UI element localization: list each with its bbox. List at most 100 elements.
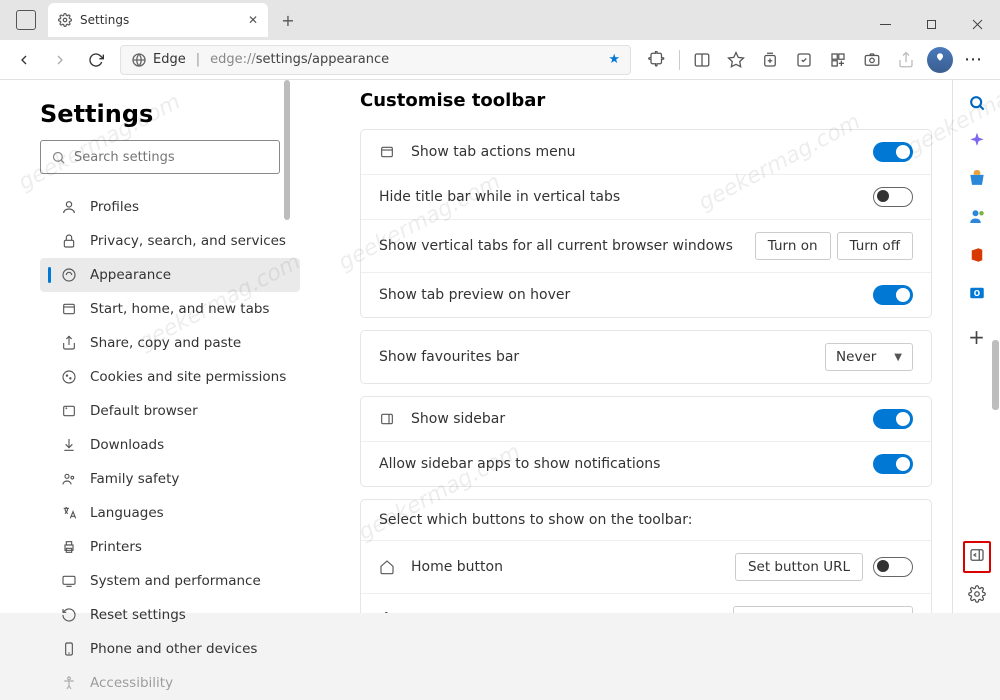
download-icon [60,437,78,453]
omnibox[interactable]: Edge | edge://settings/appearance ★ [120,45,631,75]
search-sidebar-icon[interactable] [966,92,988,114]
close-window-button[interactable] [954,8,1000,40]
discover-sidebar-icon[interactable] [966,130,988,152]
card-tab-settings: Show tab actions menu Hide title bar whi… [360,129,932,318]
sidebar-item-system[interactable]: System and performance [40,564,300,598]
turn-off-button[interactable]: Turn off [837,232,913,260]
toggle-tab-preview[interactable] [873,285,913,305]
edge-sidebar: O + [952,80,1000,613]
sidebar-item-share[interactable]: Share, copy and paste [40,326,300,360]
outlook-sidebar-icon[interactable]: O [966,282,988,304]
extensions-select[interactable]: Show automatically▼ [733,606,913,613]
sidebar-item-start[interactable]: Start, home, and new tabs [40,292,300,326]
gear-icon [58,13,72,27]
forward-button [42,42,78,78]
row-label: Show vertical tabs for all current brows… [379,238,755,254]
add-sidebar-icon[interactable]: + [966,326,988,348]
apps-icon[interactable] [822,44,854,76]
search-icon [51,150,66,165]
sidebar-item-default-browser[interactable]: Default browser [40,394,300,428]
sidebar-item-privacy[interactable]: Privacy, search, and services [40,224,300,258]
vertical-tabs-icon[interactable] [16,10,36,30]
phone-icon [60,641,78,657]
sidebar-item-accessibility[interactable]: Accessibility [40,666,300,700]
row-label: Allow sidebar apps to show notifications [379,456,873,472]
card-favourites-bar: Show favourites bar Never▼ [360,330,932,384]
row-label: Show tab preview on hover [379,287,873,303]
back-button[interactable] [6,42,42,78]
toggle-sidebar-notifications[interactable] [873,454,913,474]
row-header: Select which buttons to show on the tool… [361,500,931,541]
profile-avatar[interactable] [924,44,956,76]
favourites-bar-select[interactable]: Never▼ [825,343,913,371]
shopping-sidebar-icon[interactable] [966,168,988,190]
window-titlebar: Settings ✕ + [0,0,1000,40]
address-bar: Edge | edge://settings/appearance ★ ⋯ [0,40,1000,80]
browser-essentials-icon[interactable] [788,44,820,76]
appearance-icon [60,267,78,283]
sidebar-item-family[interactable]: Family safety [40,462,300,496]
sidebar-item-phone[interactable]: Phone and other devices [40,632,300,666]
site-identity-icon [131,52,147,68]
sidebar-item-profiles[interactable]: Profiles [40,190,300,224]
browser-icon [60,403,78,419]
card-sidebar: Show sidebar Allow sidebar apps to show … [360,396,932,487]
new-tab-button[interactable]: + [274,6,302,34]
minimize-button[interactable] [862,8,908,40]
family-icon [60,471,78,487]
language-icon [60,505,78,521]
favourites-icon[interactable] [720,44,752,76]
svg-text:O: O [973,289,979,298]
row-label: Show favourites bar [379,349,825,365]
toggle-tab-actions[interactable] [873,142,913,162]
profile-icon [60,199,78,215]
sidebar-item-appearance[interactable]: Appearance [40,258,300,292]
accessibility-icon [60,675,78,691]
close-tab-icon[interactable]: ✕ [248,13,258,27]
hide-sidebar-button[interactable] [963,541,991,573]
office-sidebar-icon[interactable] [966,244,988,266]
tab-actions-icon [379,144,399,160]
row-label: Home button [411,559,735,575]
collections-icon[interactable] [754,44,786,76]
sidebar-item-downloads[interactable]: Downloads [40,428,300,462]
toggle-hide-titlebar[interactable] [873,187,913,207]
sidebar-settings-icon[interactable] [966,583,988,605]
games-sidebar-icon[interactable] [966,206,988,228]
section-heading: Customise toolbar [360,90,932,111]
split-screen-icon[interactable] [686,44,718,76]
browser-tab[interactable]: Settings ✕ [48,3,268,37]
settings-sidebar: Settings Profiles Privacy, search, and s… [0,80,300,613]
maximize-button[interactable] [908,8,954,40]
content-scrollbar[interactable] [992,80,999,613]
cookie-icon [60,369,78,385]
refresh-button[interactable] [78,42,114,78]
turn-on-button[interactable]: Turn on [755,232,831,260]
sidebar-item-languages[interactable]: Languages [40,496,300,530]
sidebar-item-cookies[interactable]: Cookies and site permissions [40,360,300,394]
screenshot-icon[interactable] [856,44,888,76]
tabs-icon [60,301,78,317]
toggle-show-sidebar[interactable] [873,409,913,429]
settings-search-input[interactable] [74,150,269,165]
sidebar-item-printers[interactable]: Printers [40,530,300,564]
card-toolbar-buttons: Select which buttons to show on the tool… [360,499,932,613]
toggle-home-button[interactable] [873,557,913,577]
sidebar-item-reset[interactable]: Reset settings [40,598,300,632]
settings-heading: Settings [40,100,300,128]
row-label: Show tab actions menu [411,144,873,160]
chevron-down-icon: ▼ [894,352,902,363]
address-label: Edge [153,52,186,67]
system-icon [60,573,78,589]
sidebar-row-icon [379,411,399,427]
home-icon [379,559,399,575]
row-label: Show sidebar [411,411,873,427]
lock-icon [60,233,78,249]
favourite-star-icon[interactable]: ★ [608,52,620,67]
share-nav-icon [60,335,78,351]
menu-button[interactable]: ⋯ [958,44,990,76]
share-icon[interactable] [890,44,922,76]
settings-search[interactable] [40,140,280,174]
set-button-url[interactable]: Set button URL [735,553,863,581]
extensions-icon[interactable] [641,44,673,76]
